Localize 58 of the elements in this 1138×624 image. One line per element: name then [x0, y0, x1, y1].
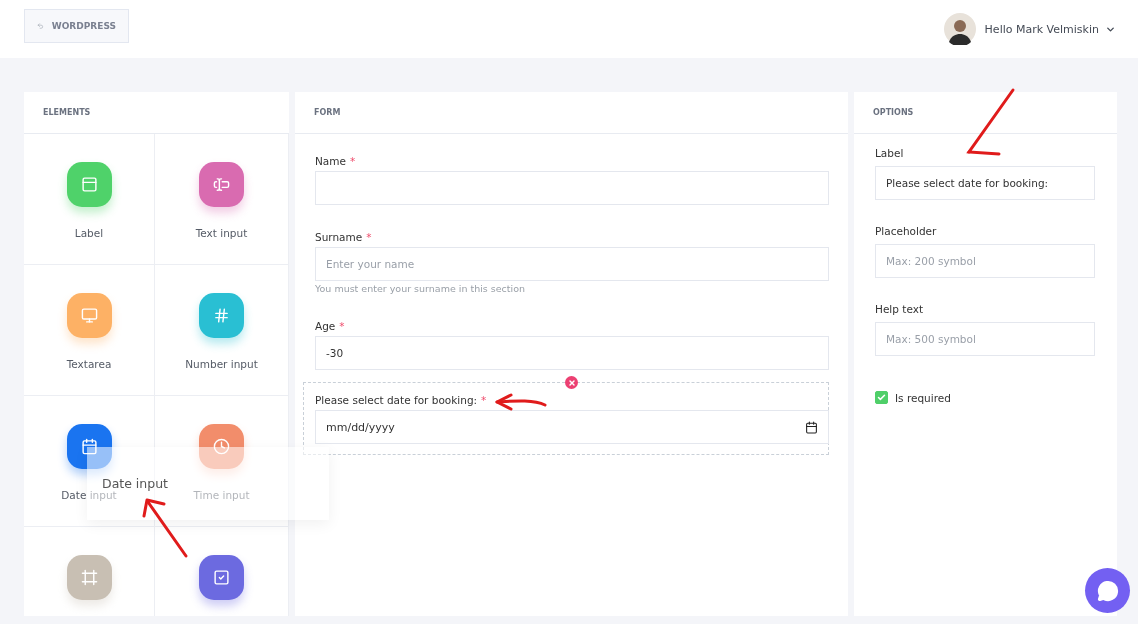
checkbox[interactable] [875, 391, 888, 404]
avatar [943, 13, 976, 45]
back-button[interactable]: WORDPRESS [24, 9, 129, 43]
arrow-annotation [493, 393, 548, 411]
element-icon-tile[interactable] [199, 555, 244, 600]
element-icon-tile[interactable] [66, 162, 112, 207]
calendar-icon [805, 420, 818, 434]
date-field[interactable]: mm/dd/yyyy [315, 410, 829, 444]
checkbox-icon [213, 569, 230, 586]
element-label: Textarea [66, 358, 112, 370]
option-label: Placeholder [875, 225, 937, 237]
chat-bubble-icon [1096, 579, 1119, 602]
help-text: You must enter your surname in this section [315, 283, 527, 294]
input-field[interactable]: -30 [315, 336, 829, 370]
field-group[interactable]: Name * [303, 150, 829, 210]
field-group[interactable]: Surname * Enter your name You must enter your surname in this section [303, 226, 829, 299]
element-label: Time input [193, 489, 250, 501]
field-label: Name * [315, 155, 356, 167]
check-icon [877, 393, 886, 402]
user-menu[interactable]: Hello Mark Velmiskin [984, 22, 1116, 36]
selected-field-outline[interactable]: Please select date for booking: * mm/dd/yyyy [303, 382, 829, 455]
field-label: Surname * [315, 231, 372, 243]
element-icon-tile[interactable] [66, 555, 112, 600]
element-icon-tile[interactable] [66, 424, 112, 469]
input-field[interactable]: Max: 500 symbol [875, 322, 1095, 356]
input-field[interactable]: Please select date for booking: [875, 166, 1095, 200]
field-group[interactable]: Age * -30 [303, 315, 829, 375]
arrow-annotation [140, 496, 190, 558]
panel-title: OPTIONS [854, 92, 1117, 134]
panel-title: FORM [295, 92, 848, 134]
field-label: Please select date for booking: * [315, 394, 487, 406]
checkbox-label: Is required [895, 391, 951, 404]
element-icon-tile[interactable] [199, 424, 244, 469]
element-label: Label [74, 227, 104, 239]
element-icon-tile[interactable] [199, 293, 244, 338]
element-label: Number input [185, 358, 258, 370]
field-label: Age * [315, 320, 345, 332]
clock-icon [213, 438, 230, 455]
hash-icon [213, 307, 230, 324]
element-label: Date input [61, 489, 117, 501]
panel-title: ELEMENTS [24, 92, 289, 134]
calendar-icon [80, 438, 98, 455]
element-icon-tile[interactable] [199, 162, 244, 207]
option-label: Help text [875, 303, 923, 315]
option-label: Label [875, 147, 904, 159]
input-field[interactable] [315, 171, 829, 205]
drag-preview-label: Date input [102, 476, 168, 491]
input-field[interactable]: Max: 200 symbol [875, 244, 1095, 278]
monitor-icon [80, 307, 98, 324]
element-icon-tile[interactable] [66, 293, 112, 338]
required-checkbox[interactable]: Is required [875, 391, 1096, 404]
close-icon [567, 378, 576, 387]
text-cursor-icon [213, 176, 230, 193]
input-field[interactable]: Enter your name [315, 247, 829, 281]
element-label: Text input [195, 227, 248, 239]
frame-icon [80, 569, 98, 586]
panel-icon [80, 176, 98, 193]
remove-button[interactable] [565, 376, 578, 389]
